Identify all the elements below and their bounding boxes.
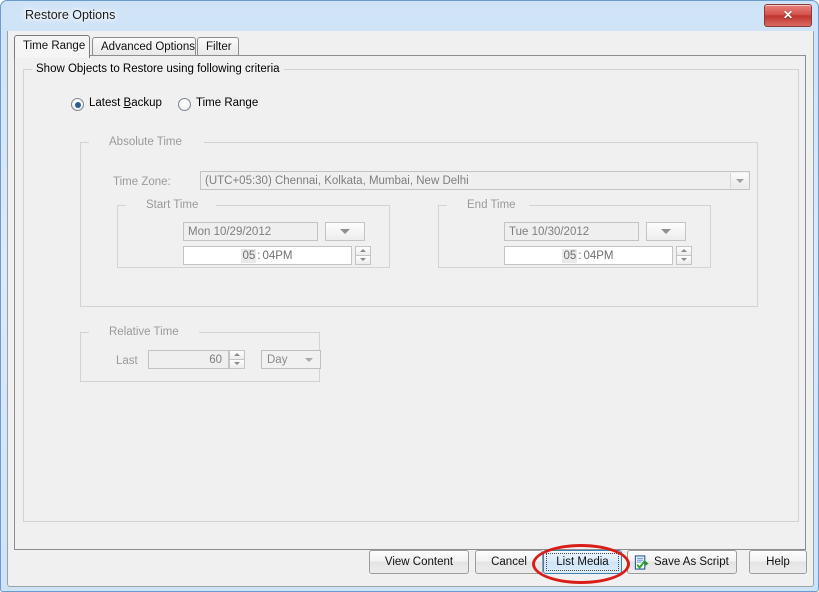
timezone-dropdown-button[interactable] xyxy=(730,173,748,188)
end-time-spinner-up[interactable] xyxy=(676,246,692,256)
timezone-label: Time Zone: xyxy=(113,176,171,188)
window-title-bar: Restore Options ✕ xyxy=(1,1,818,31)
window-title: Restore Options xyxy=(25,8,115,22)
tab-time-range[interactable]: Time Range xyxy=(14,35,90,58)
list-media-button[interactable]: List Media xyxy=(543,550,622,574)
end-time-hour: 05 xyxy=(562,249,577,263)
cancel-button[interactable]: Cancel xyxy=(475,550,543,574)
start-time-group-title: Start Time xyxy=(126,198,202,212)
chevron-up-icon xyxy=(234,353,240,356)
chevron-down-icon xyxy=(360,258,366,261)
end-time-field[interactable]: 05 : 04PM xyxy=(504,246,673,265)
end-date-field[interactable]: Tue 10/30/2012 xyxy=(504,222,639,241)
start-time-spinner-up[interactable] xyxy=(355,246,371,256)
chevron-down-icon xyxy=(234,362,240,365)
start-time-field[interactable]: 05 : 04PM xyxy=(183,246,352,265)
tab-filter[interactable]: Filter xyxy=(197,37,239,57)
absolute-time-group-title: Absolute Time xyxy=(89,135,186,149)
close-button[interactable]: ✕ xyxy=(764,4,812,27)
relative-unit-select[interactable]: Day xyxy=(261,350,321,369)
label-part-post: ackup xyxy=(131,97,162,109)
save-as-script-button[interactable]: Save As Script xyxy=(627,550,737,574)
timezone-value: (UTC+05:30) Chennai, Kolkata, Mumbai, Ne… xyxy=(205,175,469,187)
tab-panel-time-range: Show Objects to Restore using following … xyxy=(14,55,806,550)
timezone-combo[interactable]: (UTC+05:30) Chennai, Kolkata, Mumbai, Ne… xyxy=(200,171,750,190)
save-as-script-button-label: Save As Script xyxy=(654,556,729,568)
chevron-down-icon xyxy=(681,258,687,261)
relative-time-group: Relative Time Last 60 Day xyxy=(80,325,320,382)
help-button[interactable]: Help xyxy=(749,550,807,574)
relative-spinner-up[interactable] xyxy=(229,350,245,360)
chevron-down-icon xyxy=(661,229,671,234)
end-time-spinner[interactable] xyxy=(676,246,692,265)
tab-advanced-options[interactable]: Advanced Options xyxy=(92,37,196,57)
absolute-time-group: Absolute Time Time Zone: (UTC+05:30) Che… xyxy=(80,135,758,307)
chevron-up-icon xyxy=(360,249,366,252)
relative-value-spinner[interactable] xyxy=(229,350,245,369)
criteria-group-title: Show Objects to Restore using following … xyxy=(32,62,284,76)
radio-time-range[interactable] xyxy=(178,98,191,111)
start-date-field[interactable]: Mon 10/29/2012 xyxy=(183,222,318,241)
relative-value-field[interactable]: 60 xyxy=(148,350,229,369)
view-content-button[interactable]: View Content xyxy=(369,550,469,574)
label-part-pre: Latest xyxy=(89,97,124,109)
radio-latest-backup[interactable] xyxy=(71,98,84,111)
end-date-dropdown-button[interactable] xyxy=(646,222,686,241)
criteria-group: Show Objects to Restore using following … xyxy=(23,62,799,522)
radio-latest-backup-dot xyxy=(75,102,81,108)
start-time-spinner-down[interactable] xyxy=(355,256,371,266)
list-media-button-label: List Media xyxy=(556,556,608,568)
radio-time-range-label[interactable]: Time Range xyxy=(196,97,258,109)
close-icon: ✕ xyxy=(765,5,811,26)
start-time-group: Start Time Mon 10/29/2012 05 : 04PM xyxy=(117,198,390,268)
relative-time-group-title: Relative Time xyxy=(89,325,183,339)
relative-unit-value: Day xyxy=(267,354,287,366)
save-as-script-icon xyxy=(634,555,649,570)
start-time-minutes-ampm: 04PM xyxy=(261,249,293,263)
radio-latest-backup-label[interactable]: Latest Backup xyxy=(89,97,162,109)
last-label: Last xyxy=(116,355,138,367)
end-time-minutes-ampm: 04PM xyxy=(582,249,614,263)
chevron-down-icon xyxy=(305,358,313,362)
start-date-dropdown-button[interactable] xyxy=(325,222,365,241)
chevron-up-icon xyxy=(681,249,687,252)
start-time-hour: 05 xyxy=(241,249,256,263)
end-time-group-title: End Time xyxy=(447,198,520,212)
end-time-spinner-down[interactable] xyxy=(676,256,692,266)
dialog-client-area: Time Range Advanced Options Filter Show … xyxy=(7,31,814,587)
chevron-down-icon xyxy=(340,229,350,234)
start-time-spinner[interactable] xyxy=(355,246,371,265)
chevron-down-icon xyxy=(736,179,744,183)
restore-options-window: Restore Options ✕ Time Range Advanced Op… xyxy=(0,0,819,592)
relative-spinner-down[interactable] xyxy=(229,360,245,370)
end-time-group: End Time Tue 10/30/2012 05 : 04PM xyxy=(438,198,711,268)
